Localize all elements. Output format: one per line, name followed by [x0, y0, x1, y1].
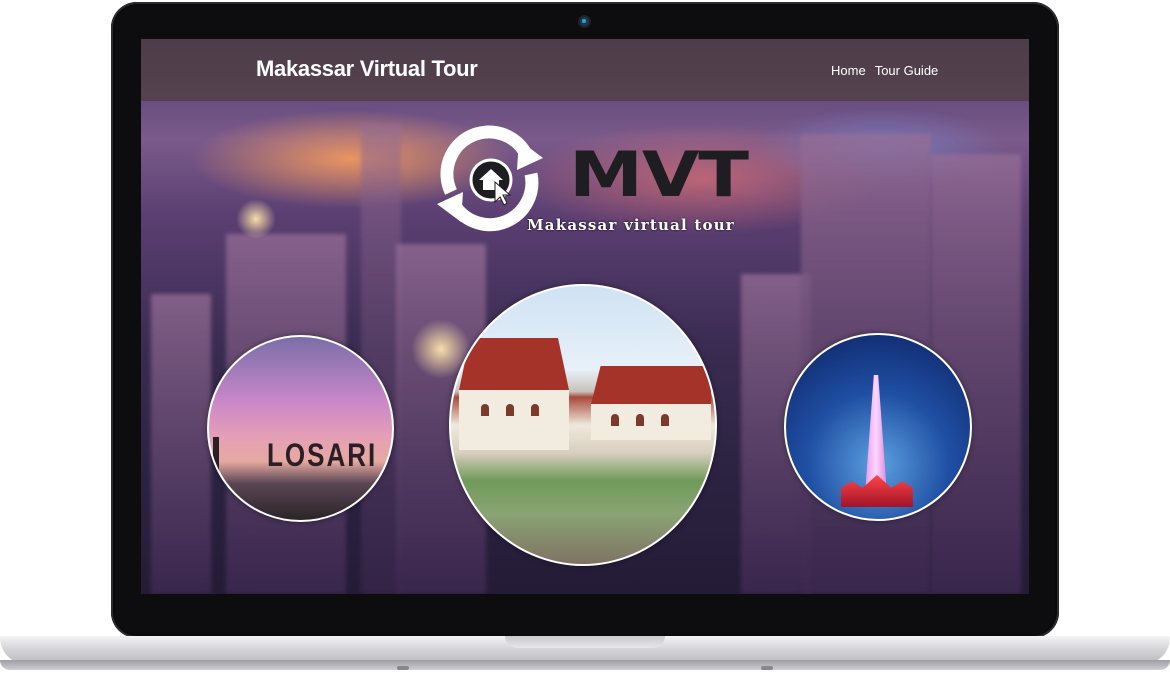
background-building — [151, 294, 211, 594]
fort-wall — [459, 390, 569, 450]
nav-home-link[interactable]: Home — [831, 63, 866, 78]
nav-tour-guide-link[interactable]: Tour Guide — [875, 63, 939, 78]
main-nav: Home Tour Guide — [831, 63, 938, 78]
city-light — [236, 199, 276, 239]
fort-window — [481, 404, 489, 416]
losari-beach-photo[interactable]: LOSARI — [207, 335, 394, 522]
background-crane — [361, 124, 401, 594]
fort-wall — [591, 404, 711, 440]
site-title[interactable]: Makassar Virtual Tour — [256, 56, 478, 82]
laptop-foot — [761, 666, 773, 670]
losari-sign: LOSARI — [267, 436, 378, 474]
fort-window — [506, 404, 514, 416]
losari-sign-letter — [213, 437, 219, 471]
top-navigation-bar: Makassar Virtual Tour Home Tour Guide — [141, 39, 1029, 101]
mvt-logo: MVT Makassar virtual tour — [431, 122, 749, 237]
webcam-icon — [580, 17, 589, 26]
lighthouse-photo[interactable] — [784, 333, 972, 521]
logo-tagline: Makassar virtual tour — [527, 216, 735, 234]
logo-acronym: MVT — [569, 138, 749, 211]
laptop-opening-notch — [505, 636, 665, 648]
laptop-screen: Makassar Virtual Tour Home Tour Guide MV… — [141, 39, 1029, 594]
fort-rotterdam-photo[interactable] — [449, 284, 717, 566]
fort-roof — [459, 338, 569, 390]
laptop-base-edge — [0, 660, 1170, 670]
laptop-foot — [397, 666, 409, 670]
fort-roof — [591, 366, 711, 404]
fort-window — [661, 414, 669, 426]
fort-window — [611, 414, 619, 426]
lighthouse-base — [841, 475, 913, 507]
fort-window — [636, 414, 644, 426]
fort-window — [531, 404, 539, 416]
